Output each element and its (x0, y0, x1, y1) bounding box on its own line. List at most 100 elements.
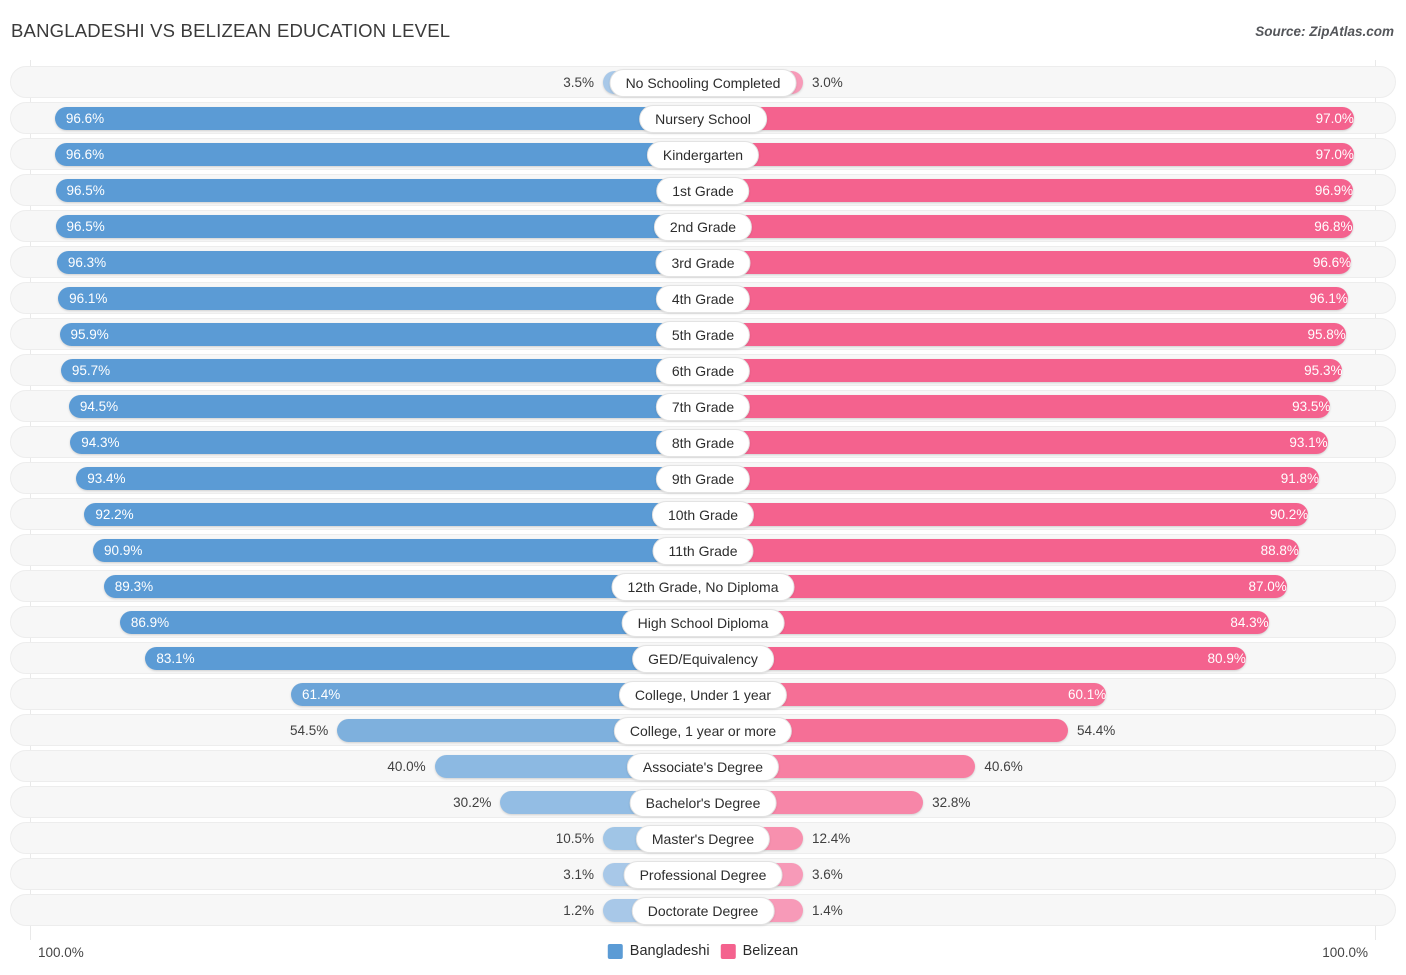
value-label-belizean: 95.8% (1307, 327, 1346, 342)
value-label-belizean: 32.8% (932, 795, 971, 810)
bar-bangladeshi[interactable] (84, 503, 703, 526)
legend-item-belizean[interactable]: Belizean (720, 943, 799, 959)
bar-bangladeshi[interactable] (54, 107, 703, 130)
value-label-belizean: 93.1% (1289, 435, 1328, 450)
axis-label-left: 100.0% (38, 945, 84, 960)
value-label-bangladeshi: 61.4% (302, 687, 341, 702)
value-label-bangladeshi: 96.6% (65, 111, 105, 126)
bar-row: 95.7% 95.3% 6th Grade (0, 354, 1406, 386)
category-label[interactable]: GED/Equivalency (632, 645, 774, 673)
category-label[interactable]: 5th Grade (655, 321, 751, 349)
value-label-belizean: 96.6% (1312, 255, 1352, 270)
category-label[interactable]: College, 1 year or more (613, 717, 793, 745)
value-label-bangladeshi: 1.2% (563, 903, 594, 918)
category-label[interactable]: 10th Grade (651, 501, 755, 529)
chart-footer: 100.0% Bangladeshi Belizean 100.0% (0, 939, 1406, 969)
category-label[interactable]: 1st Grade (656, 177, 750, 205)
bar-row: 54.5% 54.4% College, 1 year or more (0, 714, 1406, 746)
category-label[interactable]: Nursery School (639, 105, 767, 133)
category-label[interactable]: College, Under 1 year (618, 681, 788, 709)
category-label[interactable]: 9th Grade (655, 465, 751, 493)
category-label[interactable]: 4th Grade (655, 285, 751, 313)
category-label[interactable]: No Schooling Completed (609, 69, 797, 97)
value-label-belizean: 12.4% (812, 831, 851, 846)
category-label[interactable]: 7th Grade (655, 393, 751, 421)
value-label-belizean: 80.9% (1207, 651, 1246, 666)
value-label-bangladeshi: 96.3% (67, 255, 107, 270)
category-label[interactable]: High School Diploma (621, 609, 785, 637)
bar-bangladeshi[interactable] (119, 611, 703, 634)
bar-row: 96.6% 97.0% Nursery School (0, 102, 1406, 134)
value-label-belizean: 96.1% (1309, 291, 1348, 306)
legend-label-belizean: Belizean (742, 943, 799, 959)
value-label-belizean: 3.0% (812, 75, 843, 90)
bar-bangladeshi[interactable] (93, 539, 703, 562)
value-label-bangladeshi: 95.9% (70, 327, 109, 342)
chart-legend: Bangladeshi Belizean (607, 943, 799, 959)
value-label-bangladeshi: 94.3% (81, 435, 120, 450)
source-attribution: Source: ZipAtlas.com (1255, 24, 1394, 39)
category-label[interactable]: 12th Grade, No Diploma (611, 573, 795, 601)
bar-row: 10.5% 12.4% Master's Degree (0, 822, 1406, 854)
value-label-bangladeshi: 94.5% (79, 399, 119, 414)
bar-row: 3.1% 3.6% Professional Degree (0, 858, 1406, 890)
value-label-bangladeshi: 89.3% (114, 579, 154, 594)
category-label[interactable]: Professional Degree (623, 861, 783, 889)
value-label-bangladeshi: 90.9% (104, 543, 143, 558)
bar-bangladeshi[interactable] (60, 359, 703, 382)
value-label-belizean: 90.2% (1269, 507, 1309, 522)
category-label[interactable]: Associate's Degree (626, 753, 780, 781)
bar-bangladeshi[interactable] (55, 179, 703, 202)
bar-bangladeshi[interactable] (145, 647, 703, 670)
bar-bangladeshi[interactable] (55, 215, 703, 238)
category-label[interactable]: Master's Degree (635, 825, 771, 853)
value-label-bangladeshi: 96.1% (69, 291, 108, 306)
page-title: BANGLADESHI VS BELIZEAN EDUCATION LEVEL (11, 20, 451, 41)
legend-swatch-belizean (720, 943, 736, 959)
legend-item-bangladeshi[interactable]: Bangladeshi (607, 943, 710, 959)
legend-swatch-bangladeshi (607, 943, 623, 959)
value-label-belizean: 93.5% (1292, 399, 1331, 414)
category-label[interactable]: 2nd Grade (653, 213, 753, 241)
category-label[interactable]: Bachelor's Degree (629, 789, 777, 817)
category-label[interactable]: 8th Grade (655, 429, 751, 457)
legend-label-bangladeshi: Bangladeshi (629, 943, 710, 959)
bar-bangladeshi[interactable] (59, 323, 703, 346)
category-label[interactable]: 6th Grade (655, 357, 751, 385)
bar-row: 89.3% 87.0% 12th Grade, No Diploma (0, 570, 1406, 602)
bar-bangladeshi[interactable] (76, 467, 703, 490)
chart-page: BANGLADESHI VS BELIZEAN EDUCATION LEVEL … (0, 0, 1406, 975)
bar-row: 92.2% 90.2% 10th Grade (0, 498, 1406, 530)
bar-bangladeshi[interactable] (58, 287, 703, 310)
value-label-bangladeshi: 95.7% (71, 363, 111, 378)
bar-bangladeshi[interactable] (54, 143, 703, 166)
value-label-bangladeshi: 92.2% (95, 507, 134, 522)
bar-bangladeshi[interactable] (68, 395, 703, 418)
value-label-bangladeshi: 86.9% (130, 615, 170, 630)
value-label-belizean: 91.8% (1280, 471, 1319, 486)
value-label-belizean: 95.3% (1304, 363, 1343, 378)
bar-row: 61.4% 60.1% College, Under 1 year (0, 678, 1406, 710)
value-label-belizean: 84.3% (1230, 615, 1269, 630)
category-label[interactable]: Kindergarten (646, 141, 760, 169)
bar-bangladeshi[interactable] (70, 431, 703, 454)
value-label-belizean: 54.4% (1077, 723, 1116, 738)
bar-row: 90.9% 88.8% 11th Grade (0, 534, 1406, 566)
bar-row: 40.0% 40.6% Associate's Degree (0, 750, 1406, 782)
value-label-bangladeshi: 10.5% (555, 831, 594, 846)
category-label[interactable]: Doctorate Degree (631, 897, 775, 925)
value-label-belizean: 97.0% (1315, 111, 1354, 126)
bar-row: 94.5% 93.5% 7th Grade (0, 390, 1406, 422)
value-label-belizean: 3.6% (812, 867, 843, 882)
bar-row: 3.5% 3.0% No Schooling Completed (0, 66, 1406, 98)
bar-row: 83.1% 80.9% GED/Equivalency (0, 642, 1406, 674)
category-label[interactable]: 3rd Grade (655, 249, 751, 277)
value-label-bangladeshi: 30.2% (453, 795, 492, 810)
category-label[interactable]: 11th Grade (652, 537, 754, 565)
bar-rows-container: 3.5% 3.0% No Schooling Completed 96.6% 97.0%… (0, 66, 1406, 930)
bar-bangladeshi[interactable] (56, 251, 703, 274)
bar-row: 94.3% 93.1% 8th Grade (0, 426, 1406, 458)
bar-row: 96.3% 96.6% 3rd Grade (0, 246, 1406, 278)
bar-row: 96.5% 96.8% 2nd Grade (0, 210, 1406, 242)
axis-label-right: 100.0% (1322, 945, 1368, 960)
